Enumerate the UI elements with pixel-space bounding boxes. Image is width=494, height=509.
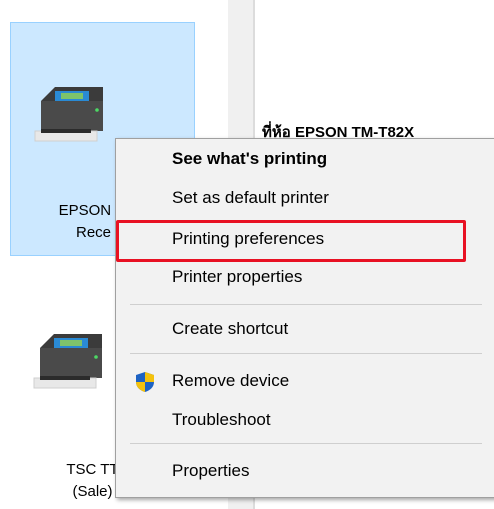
shield-icon [136, 372, 154, 392]
menu-item-remove-device[interactable]: Remove device [116, 363, 494, 401]
menu-item-label: See what's printing [172, 149, 328, 168]
menu-item-create-shortcut[interactable]: Create shortcut [116, 311, 494, 349]
menu-item-label: Printer properties [172, 267, 303, 286]
menu-item-printer-properties[interactable]: Printer properties [116, 259, 494, 297]
printer-icon [33, 334, 102, 389]
menu-item-label: Remove device [172, 371, 290, 390]
context-menu: See what's printing Set as default print… [115, 138, 494, 498]
printer-icon [34, 87, 103, 142]
menu-item-label: Troubleshoot [172, 410, 271, 429]
menu-separator [130, 304, 482, 305]
menu-separator [130, 353, 482, 354]
menu-item-see-whats-printing[interactable]: See what's printing [116, 141, 494, 179]
menu-item-set-default-printer[interactable]: Set as default printer [116, 180, 494, 218]
menu-item-properties[interactable]: Properties [116, 453, 494, 491]
menu-item-label: Set as default printer [172, 188, 329, 207]
menu-separator [130, 443, 482, 444]
highlight-annotation [116, 220, 466, 262]
menu-item-troubleshoot[interactable]: Troubleshoot [116, 402, 494, 440]
menu-item-label: Properties [172, 461, 250, 480]
menu-item-label: Create shortcut [172, 319, 289, 338]
